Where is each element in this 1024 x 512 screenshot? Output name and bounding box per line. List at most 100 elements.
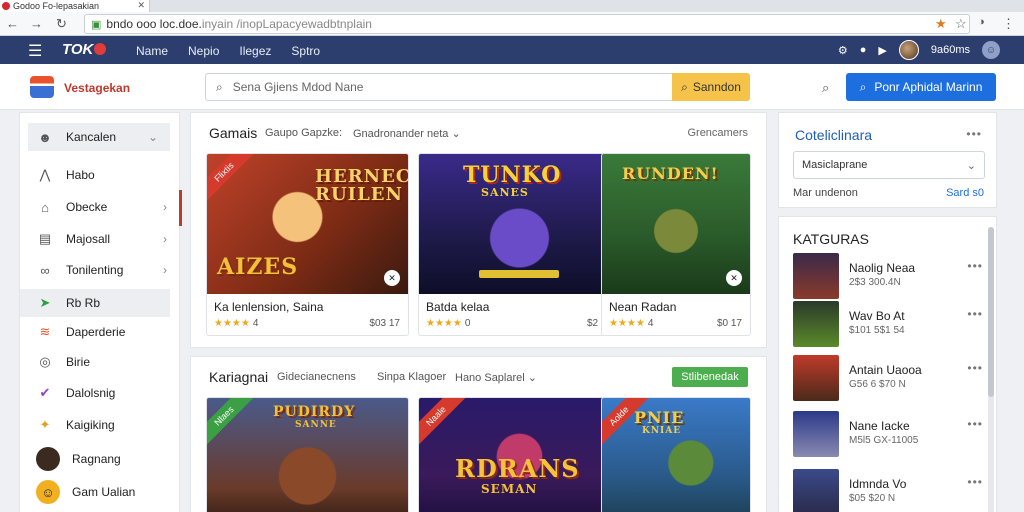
forward-icon[interactable]: →: [30, 16, 43, 31]
document-icon: ▤: [38, 231, 52, 246]
select-value: Masiclaprane: [802, 159, 868, 171]
sidebar-item-rb[interactable]: ➤ Rb Rb: [20, 289, 170, 317]
user-avatar[interactable]: [898, 40, 919, 60]
subscribe-button[interactable]: Stlibenedak: [672, 367, 748, 387]
rating-value: 4: [252, 318, 259, 329]
favicon-icon: [2, 2, 10, 10]
menu-icon[interactable]: ⋮: [1002, 16, 1015, 32]
nav-item[interactable]: Ilegez: [239, 44, 271, 58]
more-options-icon[interactable]: •••: [967, 307, 983, 321]
settings-icon[interactable]: ⚙: [838, 44, 848, 57]
game-art-title: HERNECE RUILEN: [315, 166, 408, 205]
game-card[interactable]: RUNDEN! ✕ Nean Radan ★★★★ 4 $0 17: [601, 153, 751, 336]
bookmark-star-icon[interactable]: ★: [935, 16, 947, 32]
game-card[interactable]: PUDIRDY SANNE Nlaes: [206, 397, 409, 512]
secure-lock-icon: ▣: [91, 18, 102, 31]
game-card[interactable]: PNIE KNIAE Aolde: [601, 397, 751, 512]
sidebar-item-kancalen[interactable]: ☻ Kancalen ⌄: [28, 123, 170, 151]
cta-button[interactable]: ⌕ Ponr Aphidal Marinn: [846, 73, 996, 101]
close-icon[interactable]: ✕: [384, 270, 400, 286]
browser-tab[interactable]: Godoo Fo-lepasakian ✕: [0, 0, 150, 12]
search-icon: ⌕: [216, 79, 223, 94]
stars-icon: ★★★★: [426, 318, 462, 329]
extension-icon[interactable]: ◑: [978, 16, 985, 28]
hamburger-menu-icon[interactable]: ☰: [28, 41, 42, 61]
panel-title: KATGURAS: [793, 231, 869, 247]
section-filter[interactable]: Sinpa Klagoer: [377, 371, 446, 383]
game-art: PUDIRDY SANNE Nlaes: [207, 398, 408, 512]
rating-stars: ★★★★ 4: [214, 318, 258, 329]
sidebar-item-habo[interactable]: ⋀ Habo: [20, 161, 179, 189]
sidebar-item-kaigiking[interactable]: ✦ Kaigiking: [20, 411, 179, 439]
user-label[interactable]: 9a60ms: [931, 44, 970, 56]
search-icon[interactable]: ⌕: [822, 80, 829, 96]
puzzle-icon: ✦: [39, 417, 51, 432]
games-panel: Gamais Gaupo Gapzke: Gnadronander neta ⌄…: [190, 112, 767, 348]
section-filter[interactable]: Gnadronander neta ⌄: [353, 127, 461, 140]
pin-icon[interactable]: ●: [860, 44, 867, 56]
list-item[interactable]: Nane Iacke M5l5 GX-11005 •••: [793, 411, 983, 459]
sidebar-item-daperderie[interactable]: ≋ Daperderie: [20, 318, 179, 346]
stars-icon: ★★★★: [609, 318, 645, 329]
reload-icon[interactable]: ↻: [56, 16, 67, 32]
sidebar-item-majosall[interactable]: ▤ Majosall ›: [20, 225, 179, 253]
notifications-icon[interactable]: ☺: [982, 41, 1000, 59]
panel-footer-link[interactable]: Sard s0: [946, 187, 984, 199]
sidebar-item-birie[interactable]: ◎ Birie: [20, 348, 179, 376]
more-options-icon[interactable]: •••: [967, 475, 983, 489]
game-card[interactable]: RDRANS SEMAN Naale: [418, 397, 621, 512]
search-button[interactable]: ⌕ Sanndon: [672, 73, 750, 101]
app-logo[interactable]: TOK: [62, 41, 107, 58]
play-icon[interactable]: ▶: [878, 44, 886, 57]
more-options-icon[interactable]: •••: [966, 127, 982, 141]
item-name: Antain Uaooa: [849, 363, 922, 377]
link-icon: ∞: [40, 262, 50, 278]
chevron-right-icon: ›: [163, 263, 167, 277]
sidebar-item-obecke[interactable]: ⌂ Obecke ›: [20, 193, 179, 221]
sidebar-item-label: Kaigiking: [66, 418, 115, 432]
brand-logo-icon[interactable]: [30, 76, 54, 98]
search-input[interactable]: ⌕ Sena Gjiens Mdod Nane: [205, 73, 673, 101]
address-row: ← → ↻ ▣ bndo ooo loc.doe. inyain /inopLa…: [0, 12, 1024, 36]
back-icon[interactable]: ←: [6, 16, 19, 31]
list-item[interactable]: Idmnda Vo $05 $20 N •••: [793, 469, 983, 512]
category-select[interactable]: Masiclaprane ⌄: [793, 151, 985, 179]
sidebar-item-gam-ualian[interactable]: ☺ Gam Ualian: [20, 478, 179, 506]
list-item[interactable]: Antain Uaooa G56 6 $70 N •••: [793, 355, 983, 403]
game-card[interactable]: TUNKO SANES Batda kelaa ★★★★ 0 $2 52: [418, 153, 621, 336]
item-meta: $101 5$1 54: [849, 325, 905, 336]
more-options-icon[interactable]: •••: [967, 417, 983, 431]
tab-close-icon[interactable]: ✕: [137, 0, 145, 11]
nav-item[interactable]: Sptro: [291, 44, 320, 58]
sidebar-item-dalolsnig[interactable]: ✔ Dalolsnig: [20, 379, 179, 407]
address-bar[interactable]: ▣ bndo ooo loc.doe. inyain /inopLapacyew…: [84, 14, 970, 34]
sidebar: ☻ Kancalen ⌄ ⋀ Habo ⌂ Obecke › ▤ Majosal…: [19, 112, 180, 512]
sidebar-item-tonilenting[interactable]: ∞ Tonilenting ›: [20, 256, 179, 284]
more-options-icon[interactable]: •••: [967, 259, 983, 273]
brand-name[interactable]: Vestagekan: [64, 81, 130, 95]
list-item[interactable]: Wav Bo At $101 5$1 54 •••: [793, 301, 983, 349]
game-card[interactable]: HERNECE RUILEN AIZES Flixtis ✕ Ka lenlen…: [206, 153, 409, 336]
avatar-icon: [36, 447, 60, 471]
sidebar-item-ragnang[interactable]: Ragnang: [20, 445, 179, 473]
scrollbar[interactable]: [988, 227, 994, 512]
game-art-title: TUNKO: [463, 162, 562, 188]
more-options-icon[interactable]: •••: [967, 361, 983, 375]
chevron-right-icon: ›: [163, 200, 167, 214]
ribbon-badge: Flixtis: [207, 154, 255, 203]
game-art: TUNKO SANES: [419, 154, 620, 294]
sidebar-item-label: Majosall: [66, 232, 111, 246]
section-filter[interactable]: Hano Saplarel ⌄: [455, 371, 537, 384]
close-icon[interactable]: ✕: [726, 270, 742, 286]
ribbon-badge: Nlaes: [207, 398, 255, 447]
nav-item[interactable]: Nepio: [188, 44, 219, 58]
sidebar-item-label: Kancalen: [66, 130, 117, 144]
section-right-link[interactable]: Grencamers: [687, 127, 748, 139]
sidebar-item-label: Daperderie: [66, 325, 126, 339]
star-outline-icon[interactable]: ☆: [955, 16, 967, 32]
nav-item[interactable]: Name: [136, 44, 168, 58]
game-art-banner: [479, 270, 559, 278]
item-name: Idmnda Vo: [849, 477, 907, 491]
list-item[interactable]: Naolig Neaa 2$3 300.4N •••: [793, 253, 983, 301]
item-thumbnail: [793, 253, 839, 299]
